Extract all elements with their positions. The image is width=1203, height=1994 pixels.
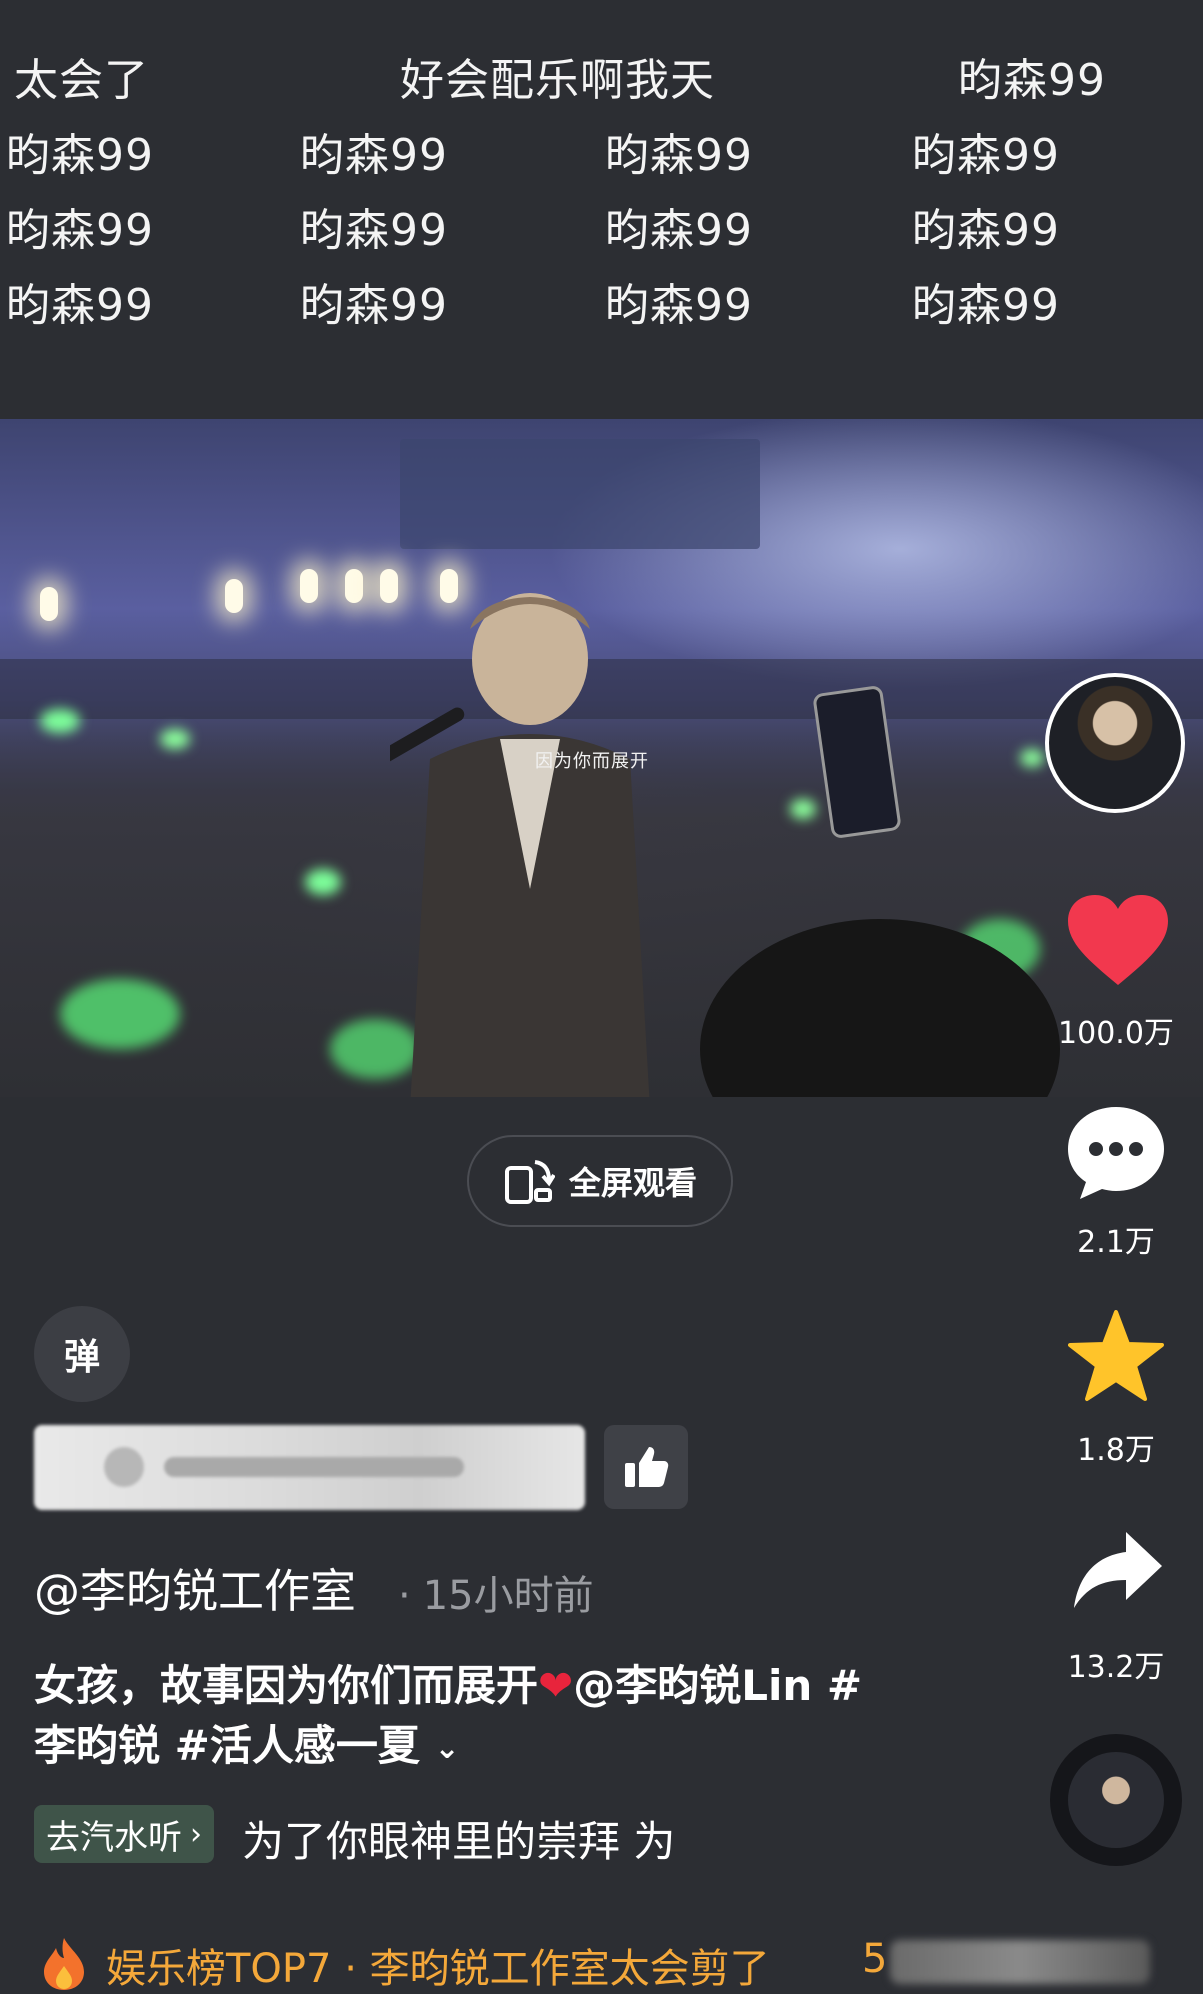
danmaku-comment: 昀森99 (605, 280, 753, 331)
glowstick (1020, 749, 1044, 767)
danmaku-comment: 昀森99 (912, 130, 1060, 181)
danmaku-comment: 昀森99 (912, 280, 1060, 331)
lyric-text: 为了你眼神里的崇拜 为 (242, 1817, 676, 1866)
video-player[interactable]: 因为你而展开 (0, 419, 1203, 1097)
avatar-image (1049, 677, 1181, 809)
post-description-line1: 女孩，故事因为你们而展开❤@李昀锐Lin # (34, 1652, 862, 1713)
comment-bubble-icon (1068, 1107, 1164, 1199)
author-name[interactable]: @李昀锐工作室 (34, 1555, 356, 1621)
danmaku-toggle-button[interactable]: 弹 (34, 1306, 130, 1402)
separator-dot-icon: · (398, 1573, 411, 1619)
danmaku-comment: 昀森99 (300, 280, 448, 331)
share-count: 13.2万 (1067, 1650, 1165, 1685)
ranking-bar[interactable]: 娱乐榜TOP7 · 李昀锐工作室太会剪了 5 (0, 1930, 1203, 1992)
redacted-text (164, 1457, 464, 1477)
comment-count: 2.1万 (1077, 1225, 1155, 1260)
glowstick (60, 979, 180, 1049)
danmaku-comment: 好会配乐啊我天 (400, 55, 715, 106)
glowstick (790, 799, 816, 819)
stage-light (345, 569, 363, 603)
danmaku-comment: 昀森99 (605, 205, 753, 256)
rotate-screen-icon (504, 1160, 555, 1204)
ranking-text: 娱乐榜TOP7 · 李昀锐工作室太会剪了 (106, 1946, 770, 1992)
danmaku-comment: 昀森99 (912, 205, 1060, 256)
danmaku-comment: 昀森99 (6, 280, 154, 331)
stage-light (300, 569, 318, 603)
chevron-down-icon[interactable]: ⌄ (434, 1731, 459, 1766)
music-disc[interactable] (1050, 1734, 1182, 1866)
danmaku-comment: 昀森99 (300, 130, 448, 181)
flame-icon (44, 1938, 84, 1990)
like-button[interactable] (1068, 895, 1168, 991)
redacted-avatar (104, 1447, 144, 1487)
fullscreen-label: 全屏观看 (568, 1164, 697, 1202)
danmaku-comment: 昀森99 (300, 205, 448, 256)
stage-structure (400, 439, 760, 549)
star-icon (1068, 1310, 1164, 1401)
share-button[interactable] (1072, 1528, 1164, 1616)
thumbs-up-button[interactable] (604, 1425, 688, 1509)
mention-link[interactable]: @李昀锐Lin # (573, 1661, 862, 1710)
redacted-area (890, 1940, 1150, 1984)
chevron-right-icon: › (190, 1816, 202, 1852)
favorite-count: 1.8万 (1077, 1433, 1155, 1468)
danmaku-comment: 昀森99 (6, 205, 154, 256)
heart-icon (1068, 895, 1168, 985)
favorite-button[interactable] (1068, 1310, 1164, 1406)
danmaku-comment: 昀森99 (6, 130, 154, 181)
open-in-qishui-button[interactable]: 去汽水听 › (34, 1805, 214, 1863)
post-time: · 15小时前 (398, 1563, 594, 1621)
danmaku-comment: 太会了 (14, 55, 149, 106)
redacted-comment-bar (34, 1425, 585, 1510)
share-arrow-icon (1074, 1532, 1162, 1608)
post-description-line2: 李昀锐 #活人感一夏 ⌄ (34, 1712, 460, 1773)
like-count: 100.0万 (1058, 1016, 1174, 1051)
stage-light (40, 587, 58, 621)
danmaku-comment: 昀森99 (958, 55, 1106, 106)
danmaku-comment: 昀森99 (605, 130, 753, 181)
danmaku-toggle-label: 弹 (63, 1337, 100, 1378)
red-heart-icon: ❤ (538, 1661, 574, 1710)
glowstick (305, 869, 341, 895)
comment-button[interactable] (1066, 1105, 1166, 1205)
ranking-number: 5 (862, 1936, 888, 1982)
fullscreen-button[interactable]: 全屏观看 (467, 1135, 733, 1227)
singer-figure (390, 593, 650, 1097)
hashtags[interactable]: 李昀锐 #活人感一夏 (34, 1721, 420, 1770)
author-avatar[interactable] (1045, 673, 1185, 813)
stage-light (225, 579, 243, 613)
music-tag-label: 去汽水听 (46, 1817, 182, 1858)
thumbs-up-icon (625, 1447, 669, 1487)
post-time-label: 15小时前 (422, 1573, 594, 1619)
video-subtitle: 因为你而展开 (535, 751, 649, 772)
glowstick (160, 729, 190, 749)
music-cover-image (1068, 1752, 1164, 1848)
description-text: 女孩，故事因为你们而展开 (34, 1661, 539, 1710)
glowstick (40, 709, 80, 733)
